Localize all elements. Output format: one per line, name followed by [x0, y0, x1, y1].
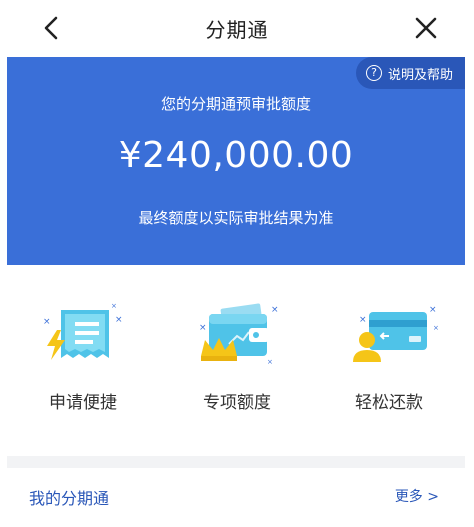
receipt-lightning-icon: × × ×	[43, 302, 123, 360]
svg-text:×: ×	[267, 358, 273, 366]
close-icon[interactable]	[410, 12, 442, 44]
help-label: 说明及帮助	[387, 67, 453, 83]
limit-note: 最终额度以实际审批结果为准	[138, 209, 334, 227]
credit-limit-banner: ? 说明及帮助 您的分期通预审批额度 ¥240,000.00 最终额度以实际审批…	[7, 57, 465, 265]
svg-text:×: ×	[271, 305, 279, 315]
svg-text:×: ×	[111, 302, 117, 310]
limit-amount: ¥240,000.00	[118, 135, 354, 176]
feature-list: × × × 申请便捷 × × × 专项额度 × × × 轻松还款	[0, 300, 474, 420]
my-installment-section: 我的分期通 更多 >	[7, 468, 465, 527]
svg-text:×: ×	[199, 323, 207, 333]
svg-text:×: ×	[359, 315, 367, 325]
svg-text:×: ×	[115, 315, 123, 325]
svg-text:×: ×	[43, 317, 51, 327]
svg-text:×: ×	[433, 324, 439, 332]
section-title: 我的分期通	[29, 489, 110, 508]
question-circle-icon: ?	[365, 65, 382, 81]
feature-easy-repay[interactable]: × × × 轻松还款	[324, 300, 454, 420]
page-title: 分期通	[205, 18, 269, 42]
svg-text:×: ×	[429, 305, 437, 315]
nav-bar: 分期通	[0, 0, 474, 56]
feature-special-limit[interactable]: × × × 专项额度	[172, 300, 302, 420]
feature-label: 申请便捷	[49, 393, 117, 413]
feature-label: 专项额度	[203, 393, 271, 413]
card-user-icon: × × ×	[353, 305, 439, 362]
section-divider	[7, 456, 465, 468]
more-link[interactable]: 更多 >	[395, 486, 439, 506]
limit-subtitle: 您的分期通预审批额度	[160, 95, 311, 113]
feature-label: 轻松还款	[355, 393, 423, 413]
wallet-crown-icon: × × ×	[199, 303, 279, 366]
help-button[interactable]: ? 说明及帮助	[355, 57, 465, 89]
feature-easy-apply[interactable]: × × × 申请便捷	[18, 300, 148, 420]
